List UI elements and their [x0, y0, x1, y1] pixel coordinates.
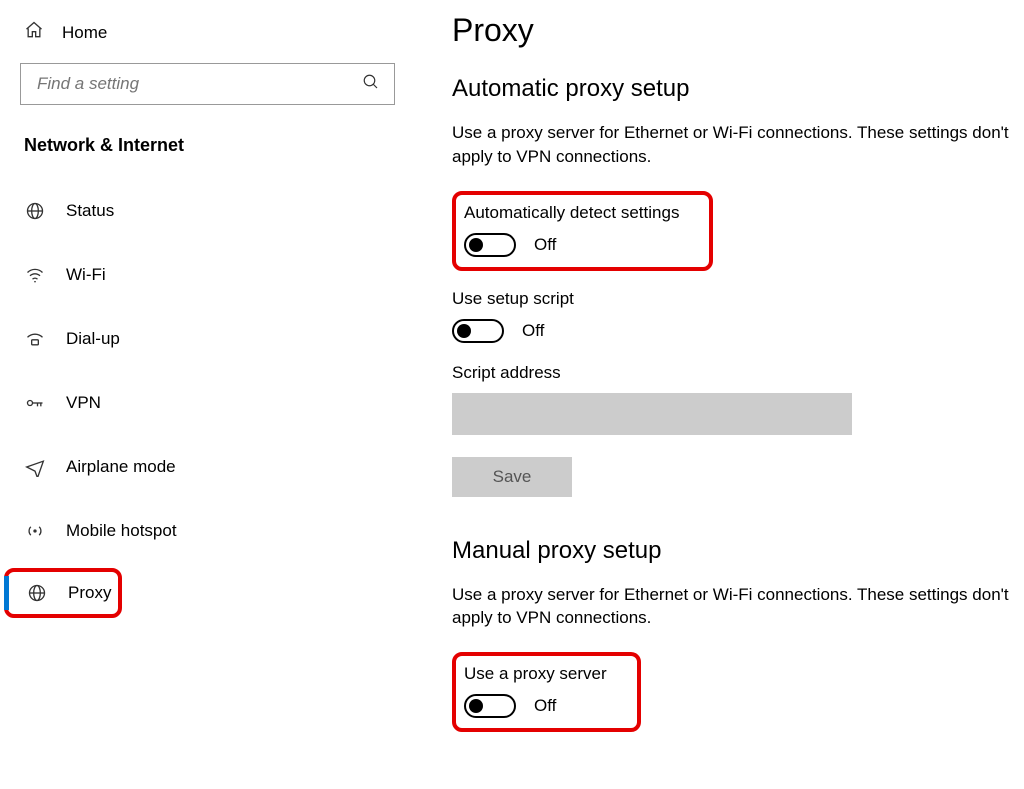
auto-detect-state: Off [534, 235, 556, 255]
sidebar-section-header: Network & Internet [0, 121, 400, 178]
sidebar-item-wifi[interactable]: Wi-Fi [0, 248, 400, 302]
settings-search[interactable] [20, 63, 395, 105]
setup-script-group: Use setup script Off [452, 289, 1014, 343]
auto-proxy-heading: Automatic proxy setup [452, 75, 1014, 103]
setup-script-state: Off [522, 321, 544, 341]
globe-icon [24, 201, 46, 221]
settings-main: Proxy Automatic proxy setup Use a proxy … [400, 0, 1024, 789]
sidebar-item-label: Wi-Fi [66, 265, 106, 285]
sidebar-item-dialup[interactable]: Dial-up [0, 312, 400, 366]
sidebar-item-label: VPN [66, 393, 101, 413]
manual-proxy-heading: Manual proxy setup [452, 537, 1014, 565]
page-title: Proxy [452, 12, 1014, 49]
setup-script-label: Use setup script [452, 289, 1014, 309]
use-proxy-group: Use a proxy server Off [452, 652, 641, 732]
vpn-icon [24, 393, 46, 413]
auto-detect-toggle[interactable] [464, 233, 516, 257]
sidebar-item-label: Airplane mode [66, 457, 176, 477]
sidebar-item-label: Mobile hotspot [66, 521, 177, 541]
home-nav[interactable]: Home [0, 14, 400, 59]
search-icon [362, 73, 380, 96]
sidebar-item-label: Dial-up [66, 329, 120, 349]
setup-script-toggle[interactable] [452, 319, 504, 343]
airplane-icon [24, 457, 46, 477]
use-proxy-label: Use a proxy server [464, 664, 607, 684]
manual-proxy-desc: Use a proxy server for Ethernet or Wi-Fi… [452, 583, 1012, 631]
dialup-icon [24, 329, 46, 349]
sidebar-item-status[interactable]: Status [0, 184, 400, 238]
script-address-input [452, 393, 852, 435]
sidebar-item-hotspot[interactable]: Mobile hotspot [0, 504, 400, 558]
auto-detect-group: Automatically detect settings Off [452, 191, 713, 271]
auto-detect-label: Automatically detect settings [464, 203, 679, 223]
settings-sidebar: Home Network & Internet Status Wi-Fi Dia… [0, 0, 400, 789]
hotspot-icon [24, 521, 46, 541]
sidebar-item-proxy[interactable]: Proxy [4, 568, 122, 618]
search-input[interactable] [35, 73, 335, 95]
home-label: Home [62, 23, 107, 43]
save-button: Save [452, 457, 572, 497]
home-icon [24, 20, 44, 45]
sidebar-item-label: Proxy [68, 583, 111, 603]
sidebar-nav-list: Status Wi-Fi Dial-up VPN Airplane mode [0, 178, 400, 618]
sidebar-item-vpn[interactable]: VPN [0, 376, 400, 430]
wifi-icon [24, 265, 46, 285]
script-address-label: Script address [452, 363, 1014, 383]
sidebar-item-label: Status [66, 201, 114, 221]
use-proxy-state: Off [534, 696, 556, 716]
auto-proxy-desc: Use a proxy server for Ethernet or Wi-Fi… [452, 121, 1012, 169]
globe-icon [26, 583, 48, 603]
sidebar-item-airplane[interactable]: Airplane mode [0, 440, 400, 494]
use-proxy-toggle[interactable] [464, 694, 516, 718]
